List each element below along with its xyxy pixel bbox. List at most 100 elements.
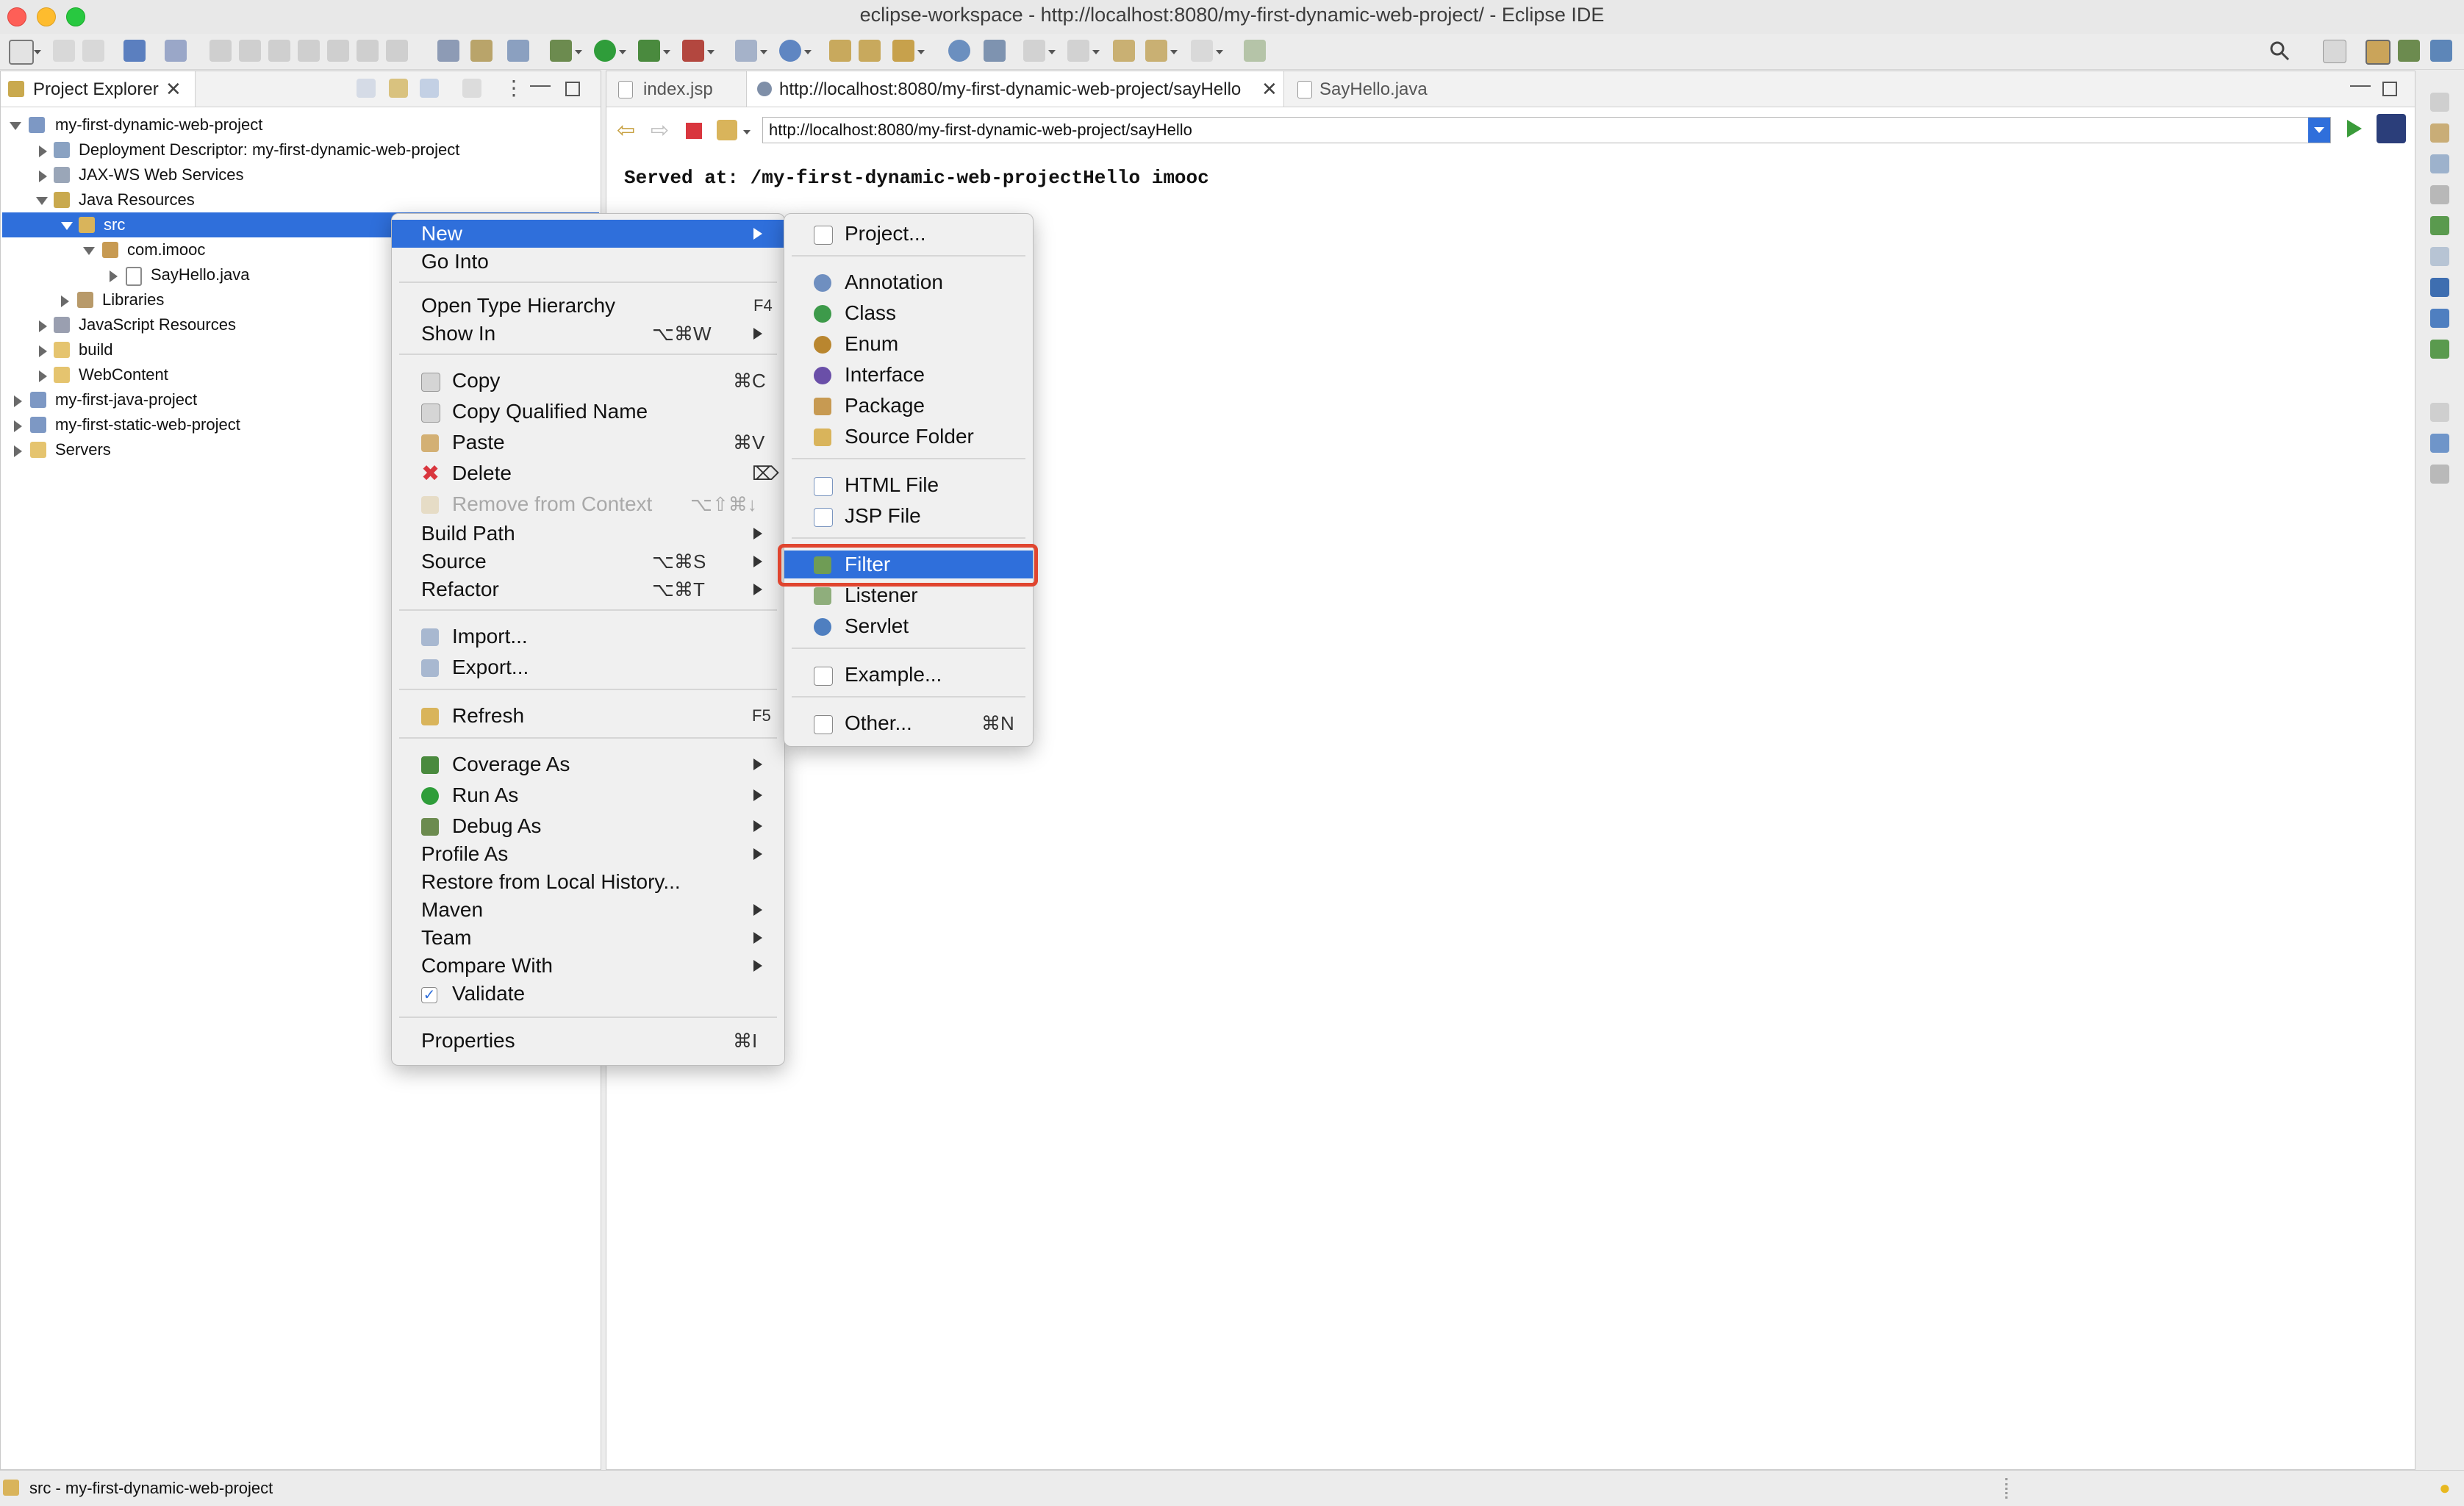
lightbulb-icon[interactable]: ● xyxy=(2439,1478,2451,1497)
url-history-dropdown[interactable] xyxy=(2308,118,2330,143)
go-icon[interactable] xyxy=(2347,120,2362,137)
menu-item-maven[interactable]: Maven xyxy=(392,896,784,924)
search-icon[interactable] xyxy=(2268,40,2291,62)
editor-tab-index-jsp[interactable]: index.jsp xyxy=(606,71,742,107)
pin-editor-icon[interactable] xyxy=(1244,40,1266,62)
properties-view-icon[interactable] xyxy=(2430,154,2449,173)
close-tab-icon[interactable]: ✕ xyxy=(1261,78,1278,101)
restore-icon[interactable] xyxy=(2430,403,2449,422)
collapse-all-icon[interactable] xyxy=(357,79,376,98)
menu-item-compare-with[interactable]: Compare With xyxy=(392,952,784,980)
menu-item-delete[interactable]: ✖ Delete ⌦ xyxy=(392,459,784,487)
disconnect-icon[interactable] xyxy=(298,40,320,62)
menu-item-source[interactable]: Source ⌥⌘S xyxy=(392,548,784,575)
step-into-icon[interactable] xyxy=(327,40,349,62)
maximize-view-icon[interactable] xyxy=(565,82,580,96)
open-task-icon[interactable] xyxy=(470,40,493,62)
submenu-item-enum[interactable]: Enum xyxy=(784,330,1033,358)
previous-annotation-icon[interactable] xyxy=(1067,40,1089,62)
submenu-item-class[interactable]: Class xyxy=(784,299,1033,327)
web-service-icon[interactable] xyxy=(984,40,1006,62)
search-tool-icon[interactable] xyxy=(892,40,914,62)
run-icon[interactable] xyxy=(594,40,616,62)
open-type-icon[interactable] xyxy=(829,40,851,62)
resume-icon[interactable] xyxy=(209,40,232,62)
forward-icon[interactable]: ⇨ xyxy=(651,120,669,142)
menu-item-debug-as[interactable]: Debug As xyxy=(392,812,784,840)
outline-icon[interactable] xyxy=(2430,434,2449,453)
menu-item-validate[interactable]: ✓ Validate xyxy=(392,980,784,1008)
menu-item-copy[interactable]: Copy ⌘C xyxy=(392,367,784,395)
console-view-icon[interactable] xyxy=(2430,278,2449,297)
terminate-icon[interactable] xyxy=(268,40,290,62)
maximize-editor-icon[interactable] xyxy=(2382,82,2397,96)
step-over-icon[interactable] xyxy=(357,40,379,62)
forward-icon[interactable] xyxy=(1191,40,1213,62)
submenu-item-jsp-file[interactable]: JSP File xyxy=(784,502,1033,530)
menu-item-profile-as[interactable]: Profile As xyxy=(392,840,784,868)
submenu-item-interface[interactable]: Interface xyxy=(784,361,1033,389)
coverage-icon[interactable] xyxy=(638,40,660,62)
menu-item-go-into[interactable]: Go Into xyxy=(392,248,784,276)
problems-icon[interactable] xyxy=(2430,247,2449,266)
menu-item-coverage-as[interactable]: Coverage As xyxy=(392,750,784,778)
external-tools-icon[interactable] xyxy=(682,40,704,62)
java-perspective-icon[interactable] xyxy=(2430,40,2452,62)
menu-item-export[interactable]: Export... xyxy=(392,653,784,681)
task-list-icon[interactable] xyxy=(2430,465,2449,484)
submenu-item-other[interactable]: Other... ⌘N xyxy=(784,709,1033,737)
servers-view-icon[interactable] xyxy=(2430,123,2449,143)
menu-item-open-type-hierarchy[interactable]: Open Type Hierarchy F4 xyxy=(392,292,784,320)
tree-item-deployment-descriptor[interactable]: Deployment Descriptor: my-first-dynamic-… xyxy=(1,137,596,162)
tree-item-jax-ws[interactable]: JAX-WS Web Services xyxy=(1,162,596,187)
minimize-view-icon[interactable]: — xyxy=(530,73,551,96)
submenu-item-project[interactable]: Project... xyxy=(784,220,1033,248)
open-resource-icon[interactable] xyxy=(859,40,881,62)
browser-icon[interactable] xyxy=(948,40,970,62)
submenu-item-source-folder[interactable]: Source Folder xyxy=(784,423,1033,451)
restore-icon[interactable] xyxy=(2430,93,2449,112)
submenu-item-servlet[interactable]: Servlet xyxy=(784,612,1033,640)
editor-tab-sayhello-java[interactable]: SayHello.java xyxy=(1287,71,1456,107)
project-explorer-tab[interactable]: Project Explorer ✕ xyxy=(1,71,196,107)
focus-on-task-icon[interactable] xyxy=(462,79,481,98)
submenu-item-html-file[interactable]: HTML File xyxy=(784,471,1033,499)
menu-item-properties[interactable]: Properties ⌘I xyxy=(392,1027,784,1055)
tree-item-my-first-dynamic-web-project[interactable]: my-first-dynamic-web-project xyxy=(1,112,596,137)
open-console-icon[interactable] xyxy=(507,40,529,62)
menu-item-restore-from-local-history[interactable]: Restore from Local History... xyxy=(392,868,784,896)
menu-item-new[interactable]: New xyxy=(392,220,784,248)
menu-item-copy-qualified-name[interactable]: Copy Qualified Name xyxy=(392,398,784,426)
back-icon[interactable] xyxy=(1145,40,1167,62)
menu-item-show-in[interactable]: Show In ⌥⌘W xyxy=(392,320,784,348)
debug-icon[interactable] xyxy=(550,40,572,62)
step-return-icon[interactable] xyxy=(386,40,408,62)
menu-item-refactor[interactable]: Refactor ⌥⌘T xyxy=(392,575,784,603)
javadoc-icon[interactable] xyxy=(2430,309,2449,328)
skip-breakpoints-icon[interactable] xyxy=(165,40,187,62)
refresh-icon[interactable] xyxy=(717,120,737,140)
menu-item-refresh[interactable]: Refresh F5 xyxy=(392,702,784,730)
menu-item-paste[interactable]: Paste ⌘V xyxy=(392,429,784,456)
minimize-editor-icon[interactable]: — xyxy=(2350,73,2371,96)
link-with-editor-icon[interactable] xyxy=(389,79,408,98)
next-annotation-icon[interactable] xyxy=(1023,40,1045,62)
new-java-project-icon[interactable] xyxy=(735,40,757,62)
snippets-icon[interactable] xyxy=(2430,216,2449,235)
menu-item-import[interactable]: Import... xyxy=(392,623,784,650)
new-class-icon[interactable] xyxy=(779,40,801,62)
editor-tab-browser[interactable]: http://localhost:8080/my-first-dynamic-w… xyxy=(746,71,1284,107)
last-edit-icon[interactable] xyxy=(1113,40,1135,62)
url-input[interactable]: http://localhost:8080/my-first-dynamic-w… xyxy=(762,117,2331,143)
suspend-icon[interactable] xyxy=(239,40,261,62)
close-tab-icon[interactable]: ✕ xyxy=(165,78,182,101)
toggle-mark-icon[interactable] xyxy=(437,40,459,62)
terminal-icon[interactable] xyxy=(123,40,146,62)
junit-icon[interactable] xyxy=(2430,340,2449,359)
menu-item-run-as[interactable]: Run As xyxy=(392,781,784,809)
back-icon[interactable]: ⇦ xyxy=(617,120,635,142)
view-menu-icon[interactable]: ⋮ xyxy=(504,76,524,100)
open-perspective-icon[interactable] xyxy=(2323,40,2346,63)
debug-perspective-icon[interactable] xyxy=(2398,40,2420,62)
data-source-icon[interactable] xyxy=(2430,185,2449,204)
